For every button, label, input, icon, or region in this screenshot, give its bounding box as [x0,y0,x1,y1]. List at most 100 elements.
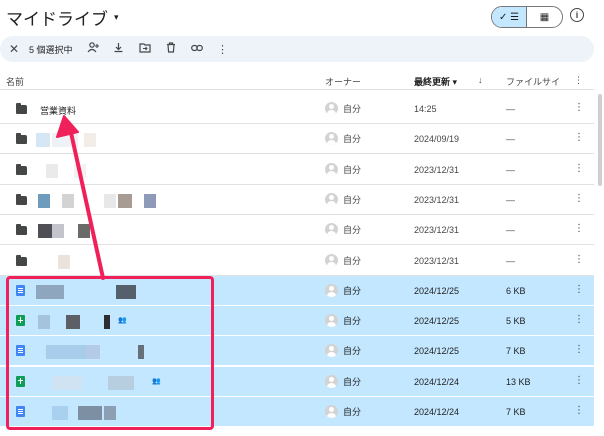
avatar [325,162,338,176]
chevron-down-icon: ▾ [114,12,119,22]
redacted-name-block [74,163,86,178]
column-options-icon[interactable]: ⋮ [574,75,583,86]
avatar [325,223,338,237]
redacted-name-block [78,224,90,239]
modified-date: 2023/12/31 [414,194,460,205]
folder-icon [16,103,27,114]
view-toggle: ✓ ☰ ▦ [491,6,563,28]
redacted-name-block [52,224,64,239]
owner-label: 自分 [343,407,362,417]
avatar [325,314,338,328]
list-view-icon: ✓ ☰ [498,11,520,23]
owner-cell: 自分 [325,162,361,176]
row-more-icon[interactable]: ⋮ [574,405,584,416]
title-bar: マイドライブ ▾ ✓ ☰ ▦ i [0,0,604,34]
page-title[interactable]: マイドライブ ▾ [6,5,119,30]
redacted-name-block [118,193,132,208]
owner-label: 自分 [343,194,362,205]
owner-cell: 自分 [325,132,361,146]
avatar [325,102,338,115]
file-size: — [506,255,515,266]
scrollbar[interactable] [598,94,602,186]
redacted-name-block [58,254,70,269]
row-more-icon[interactable]: ⋮ [574,132,584,143]
owner-cell: 自分 [325,314,362,328]
avatar [325,344,338,358]
chevron-down-icon: ▾ [452,77,458,87]
folder-icon [16,163,27,175]
table-row[interactable]: 自分 2023/12/31 — ⋮ [0,155,594,185]
link-icon[interactable] [190,43,203,55]
move-to-folder-icon[interactable] [138,42,151,56]
redacted-name-block [38,224,52,239]
table-row[interactable]: 営業資料 自分 14:25 — ⋮ [0,94,594,124]
avatar [325,283,338,297]
info-icon[interactable]: i [570,8,584,22]
file-size: 7 KB [506,407,526,417]
modified-date: 14:25 [414,104,437,114]
download-icon[interactable] [113,42,125,56]
modified-date: 2024/12/25 [414,346,460,357]
modified-date: 2023/12/31 [414,225,460,236]
add-person-icon[interactable] [87,42,99,56]
row-more-icon[interactable]: ⋮ [574,223,584,234]
grid-view-button[interactable]: ▦ [527,7,562,27]
sort-arrow-icon[interactable]: ↓ [478,75,483,85]
redacted-name-block [38,193,50,208]
table-row[interactable]: 自分 2024/09/19 — ⋮ [0,124,594,155]
owner-cell: 自分 [325,283,361,297]
row-more-icon[interactable]: ⋮ [574,163,584,174]
file-size: 13 KB [506,376,531,387]
grid-view-icon: ▦ [539,11,550,23]
file-size: 7 KB [506,346,526,357]
modified-date: 2024/12/24 [414,407,460,417]
row-more-icon[interactable]: ⋮ [574,375,584,386]
column-name[interactable]: 名前 [6,75,24,88]
table-row[interactable]: 自分 2023/12/31 — ⋮ [0,215,594,246]
file-size: — [506,194,515,205]
avatar [325,192,338,206]
trash-icon[interactable] [165,42,177,56]
column-filesize[interactable]: ファイルサイ [506,75,560,88]
selection-toolbar: ✕ 5 個選択中 ⋮ [0,36,594,62]
row-more-icon[interactable]: ⋮ [574,193,584,204]
redacted-name-block [104,193,116,208]
file-size: — [506,164,515,175]
folder-icon [16,133,27,145]
modified-date: 2023/12/31 [414,164,460,175]
column-modified[interactable]: 最終更新 ▾ [414,75,457,88]
file-list-header: 名前 オーナー 最終更新 ▾ ↓ ファイルサイ ⋮ [0,70,594,90]
file-size: — [506,104,515,114]
owner-label: 自分 [343,225,362,236]
table-row[interactable]: 自分 2023/12/31 — ⋮ [0,246,594,276]
close-icon[interactable]: ✕ [9,42,21,56]
modified-date: 2024/12/25 [414,285,460,296]
owner-cell: 自分 [325,223,362,237]
owner-label: 自分 [343,346,362,357]
owner-label: 自分 [343,104,362,114]
file-size: 5 KB [506,316,526,327]
column-modified-label: 最終更新 [414,77,451,87]
redacted-name-block [36,133,50,148]
row-more-icon[interactable]: ⋮ [574,284,584,295]
row-more-icon[interactable]: ⋮ [574,102,584,113]
file-size: — [506,134,515,145]
row-more-icon[interactable]: ⋮ [574,314,584,325]
row-more-icon[interactable]: ⋮ [574,254,584,265]
redacted-name-block [52,133,78,148]
file-size: 6 KB [506,285,526,296]
owner-cell: 自分 [325,405,361,418]
owner-label: 自分 [343,376,362,387]
column-owner[interactable]: オーナー [325,75,361,88]
owner-label: 自分 [343,255,362,266]
redacted-name-block [144,193,156,208]
redacted-name-block [46,163,58,178]
table-row[interactable]: 自分 2023/12/31 — ⋮ [0,185,594,215]
row-more-icon[interactable]: ⋮ [574,344,584,355]
owner-label: 自分 [343,316,362,327]
redacted-name-block [84,133,96,148]
folder-icon [16,193,27,205]
owner-cell: 自分 [325,253,362,267]
list-view-button[interactable]: ✓ ☰ [492,7,528,27]
more-vert-icon[interactable]: ⋮ [217,43,229,56]
